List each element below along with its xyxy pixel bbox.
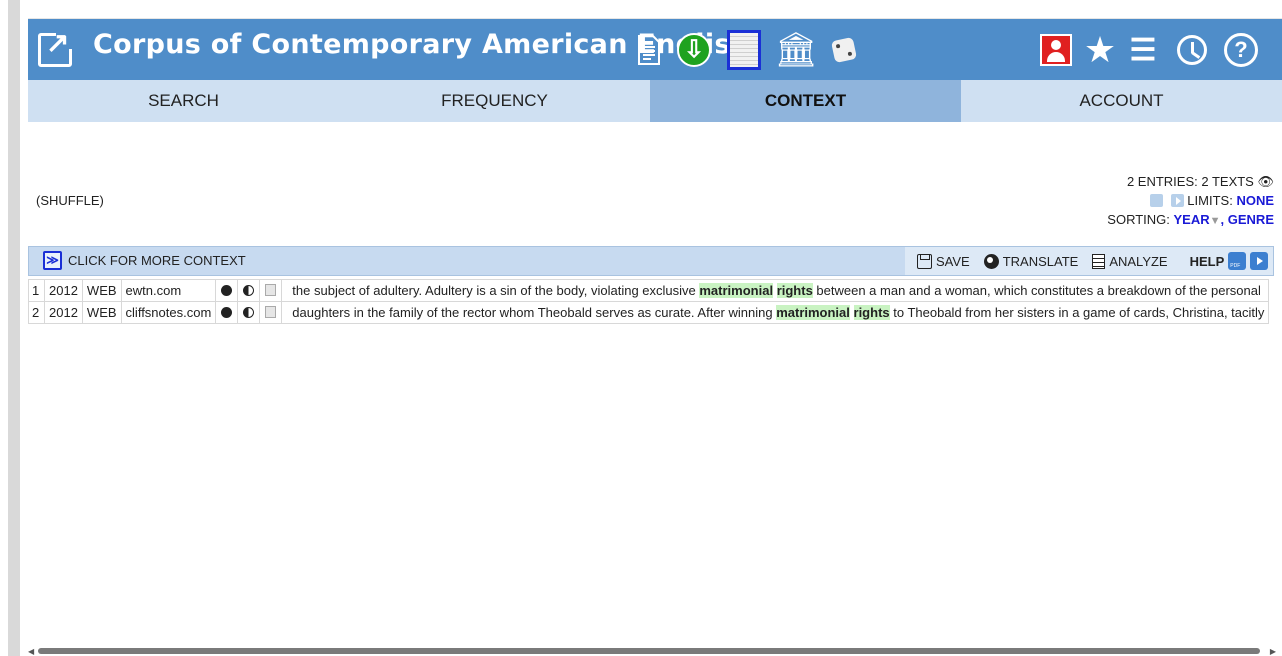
globe-icon xyxy=(983,253,999,269)
page-frame: ↗ Corpus of Contemporary American Englis… xyxy=(28,18,1282,638)
context-pre: daughters in the family of the rector wh… xyxy=(292,305,777,320)
help-label[interactable]: HELP xyxy=(1190,254,1225,269)
external-link-arrow: ↗ xyxy=(46,27,70,58)
translate-cell[interactable] xyxy=(237,301,261,324)
limits-line: LIMITS: NONE xyxy=(1107,191,1274,210)
row-genre: WEB xyxy=(81,279,122,302)
star-icon[interactable]: ★ xyxy=(1082,29,1118,70)
dice-icon[interactable] xyxy=(830,32,858,68)
list-icon[interactable]: ☰ xyxy=(1126,32,1160,68)
context-pre: the subject of adultery. Adultery is a s… xyxy=(292,283,700,298)
download-icon[interactable]: ⇩ xyxy=(676,32,712,68)
museum-icon[interactable]: 🏛 xyxy=(774,31,817,69)
pdf-icon[interactable] xyxy=(1150,194,1164,207)
history-icon[interactable] xyxy=(1174,32,1210,68)
keyword-1[interactable]: matrimonial xyxy=(699,283,774,298)
video-icon[interactable] xyxy=(1170,194,1184,207)
keyword-2[interactable]: rights xyxy=(776,283,813,298)
page-icon xyxy=(1092,253,1106,269)
help-pdf-icon[interactable] xyxy=(1228,252,1247,270)
row-genre: WEB xyxy=(81,301,122,324)
save-button[interactable]: SAVE xyxy=(917,253,970,269)
sort-down-icon: ▼ xyxy=(1209,215,1221,227)
user-icon[interactable] xyxy=(1039,32,1073,68)
row-source[interactable]: ewtn.com xyxy=(120,279,217,302)
scroll-left-icon[interactable]: ◀ xyxy=(28,647,34,656)
translate-cell[interactable] xyxy=(237,279,261,302)
context-post: to Theobald from her sisters in a game o… xyxy=(889,305,1265,320)
save-label: SAVE xyxy=(936,253,970,269)
row-year: 2012 xyxy=(44,279,83,302)
row-source[interactable]: cliffsnotes.com xyxy=(120,301,217,324)
more-context-label[interactable]: CLICK FOR MORE CONTEXT xyxy=(68,253,246,268)
limits-label: LIMITS: xyxy=(1187,193,1233,208)
translate-icon[interactable] xyxy=(243,307,255,318)
sort-genre-link[interactable]: , GENRE xyxy=(1221,212,1274,227)
limits-value[interactable]: NONE xyxy=(1236,193,1274,208)
audio-cell[interactable] xyxy=(215,301,239,324)
sort-year-link[interactable]: YEAR xyxy=(1174,212,1210,227)
help-video-icon[interactable] xyxy=(1250,252,1269,270)
results-info: 2 ENTRIES: 2 TEXTS 👁 LIMITS: NONE SORTIN… xyxy=(1107,172,1274,231)
sorting-line: SORTING: YEAR▼, GENRE xyxy=(1107,210,1274,231)
scroll-right-icon[interactable]: ▶ xyxy=(1270,647,1276,656)
entries-count: 2 ENTRIES: 2 TEXTS xyxy=(1126,174,1254,189)
tab-account[interactable]: ACCOUNT xyxy=(961,80,1282,122)
header-bar: ↗ Corpus of Contemporary American Englis… xyxy=(28,18,1282,80)
analyze-button[interactable]: ANALYZE xyxy=(1092,253,1168,269)
scrollbar-thumb[interactable] xyxy=(38,648,1260,654)
eye-icon[interactable]: 👁 xyxy=(1257,174,1274,189)
context-cell[interactable]: the subject of adultery. Adultery is a s… xyxy=(281,279,1270,302)
main-nav: SEARCH FREQUENCY CONTEXT ACCOUNT xyxy=(28,80,1282,122)
kwic-table: 1 2012 WEB ewtn.com the subject of adult… xyxy=(28,279,1270,324)
tab-search[interactable]: SEARCH xyxy=(28,80,339,122)
translate-label: TRANSLATE xyxy=(1002,253,1079,269)
document-icon[interactable] xyxy=(636,32,662,68)
more-context-control[interactable]: ≫ CLICK FOR MORE CONTEXT xyxy=(43,251,246,270)
row-number: 1 xyxy=(28,279,45,302)
table-row: 1 2012 WEB ewtn.com the subject of adult… xyxy=(28,279,1270,302)
row-number: 2 xyxy=(28,301,45,324)
kwic-toolbar: ≫ CLICK FOR MORE CONTEXT SAVE TRANSLATE … xyxy=(28,246,1274,276)
book-icon[interactable] xyxy=(726,30,762,70)
tab-frequency[interactable]: FREQUENCY xyxy=(339,80,650,122)
expand-icon[interactable]: ≫ xyxy=(43,251,62,270)
context-cell[interactable]: daughters in the family of the rector wh… xyxy=(281,301,1270,324)
shuffle-link[interactable]: (SHUFFLE) xyxy=(36,193,104,208)
analyze-label: ANALYZE xyxy=(1109,253,1168,269)
help-icon[interactable]: ? xyxy=(1222,32,1260,68)
row-year: 2012 xyxy=(44,301,83,324)
text-icon[interactable] xyxy=(265,306,277,318)
translate-icon[interactable] xyxy=(243,285,255,296)
keyword-2[interactable]: rights xyxy=(853,305,890,320)
audio-icon[interactable] xyxy=(221,285,233,296)
floppy-icon xyxy=(917,253,932,269)
translate-button[interactable]: TRANSLATE xyxy=(983,253,1079,269)
audio-icon[interactable] xyxy=(221,307,233,318)
table-row: 2 2012 WEB cliffsnotes.com daughters in … xyxy=(28,301,1270,324)
horizontal-scrollbar[interactable]: ◀ ▶ xyxy=(28,646,1276,656)
text-icon[interactable] xyxy=(265,284,277,296)
toolbar-actions: SAVE TRANSLATE ANALYZE HELP xyxy=(905,247,1273,275)
text-cell[interactable] xyxy=(259,301,283,324)
left-rail xyxy=(8,0,20,656)
keyword-1[interactable]: matrimonial xyxy=(776,305,850,320)
text-cell[interactable] xyxy=(259,279,283,302)
sorting-label: SORTING: xyxy=(1107,212,1170,227)
context-post: between a man and a woman, which constit… xyxy=(812,283,1261,298)
entries-line: 2 ENTRIES: 2 TEXTS 👁 xyxy=(1107,172,1274,191)
audio-cell[interactable] xyxy=(215,279,239,302)
tab-context[interactable]: CONTEXT xyxy=(650,80,961,122)
